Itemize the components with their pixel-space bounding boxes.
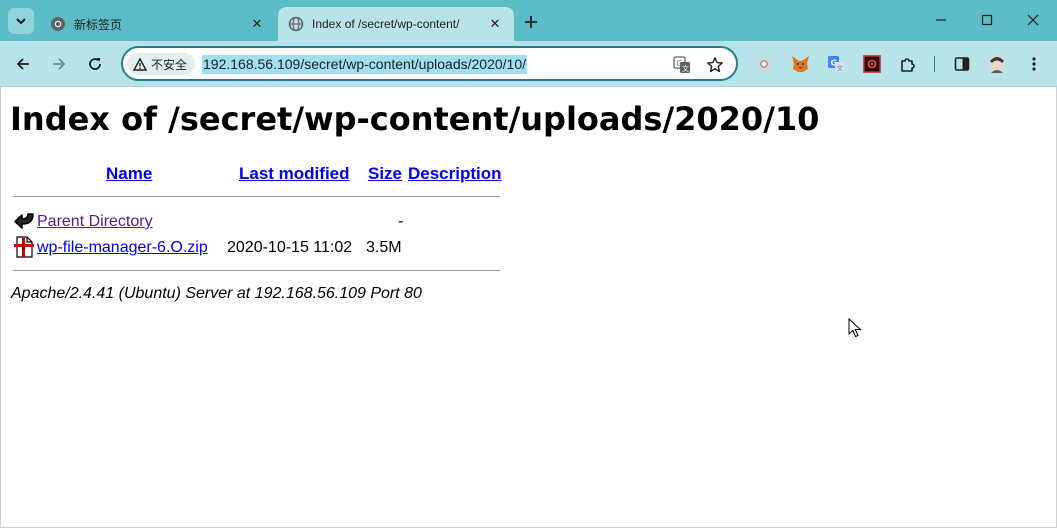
red-box-extension-icon (863, 55, 881, 73)
warning-triangle-icon (133, 57, 147, 71)
google-translate-extension-button[interactable]: G文 (826, 54, 846, 74)
circle-extension-button[interactable] (754, 54, 774, 74)
table-divider-bottom (13, 270, 500, 271)
security-label: 不安全 (151, 57, 188, 72)
page-viewport: Index of /secret/wp-content/uploads/2020… (0, 87, 1057, 528)
address-bar[interactable]: 不安全 192.168.56.109/secret/wp-content/upl… (121, 46, 738, 81)
row-size: 3.5M (366, 239, 402, 256)
translate-button[interactable]: G文 (672, 55, 692, 75)
table-divider-top (13, 196, 500, 197)
close-icon (1027, 14, 1039, 26)
zip-file-link[interactable]: wp-file-manager-6.O.zip (37, 239, 208, 257)
back-button[interactable] (9, 50, 37, 78)
circle-extension-icon (757, 57, 771, 71)
tab-title: 新标签页 (74, 17, 123, 32)
browser-toolbar: 不安全 192.168.56.109/secret/wp-content/upl… (0, 41, 1057, 87)
tab-new-tab[interactable]: 新标签页 ✕ (40, 7, 276, 41)
browser-menu-button[interactable] (1024, 54, 1044, 74)
plus-icon (525, 16, 537, 28)
mouse-cursor-icon (848, 318, 862, 338)
column-header-last-modified[interactable]: Last modified (239, 164, 350, 184)
reload-button[interactable] (81, 50, 109, 78)
tab-title: Index of /secret/wp-content/ (312, 17, 460, 31)
maximize-button[interactable] (965, 6, 1009, 34)
puzzle-extensions-icon (901, 58, 915, 72)
metamask-button[interactable] (790, 54, 810, 74)
page-title: Index of /secret/wp-content/uploads/2020… (10, 100, 820, 138)
avatar-icon (987, 54, 1007, 74)
close-icon[interactable]: ✕ (486, 15, 504, 33)
column-header-description[interactable]: Description (408, 164, 502, 184)
close-window-button[interactable] (1011, 6, 1055, 34)
toolbar-divider (934, 56, 935, 72)
server-signature: Apache/2.4.41 (Ubuntu) Server at 192.168… (11, 285, 422, 302)
kebab-menu-icon (1032, 57, 1036, 71)
back-arrow-icon (14, 213, 34, 229)
tab-index-of-secret[interactable]: Index of /secret/wp-content/ ✕ (278, 7, 514, 41)
red-box-extension-button[interactable] (862, 54, 882, 74)
forward-button[interactable] (45, 50, 73, 78)
chevron-down-icon (16, 18, 26, 25)
new-tab-button[interactable] (520, 11, 542, 33)
metamask-fox-icon (791, 56, 809, 72)
arrow-left-icon (16, 58, 29, 70)
column-header-size[interactable]: Size (368, 164, 402, 184)
row-size: - (398, 213, 404, 230)
star-icon (707, 57, 723, 73)
tab-search-button[interactable] (8, 8, 34, 34)
zip-file-icon (14, 236, 34, 258)
google-translate-icon: G文 (673, 56, 690, 73)
maximize-icon (981, 14, 993, 26)
tab-strip: 新标签页 ✕ Index of /secret/wp-content/ ✕ (0, 0, 1057, 41)
security-chip[interactable]: 不安全 (127, 53, 196, 75)
svg-text:文: 文 (837, 63, 844, 72)
side-panel-icon (954, 57, 970, 71)
profile-button[interactable] (987, 54, 1007, 74)
chrome-icon (51, 17, 65, 31)
side-panel-button[interactable] (952, 54, 972, 74)
svg-text:文: 文 (682, 64, 689, 73)
close-icon[interactable]: ✕ (248, 15, 266, 33)
minimize-button[interactable] (919, 6, 963, 34)
globe-icon (288, 16, 304, 32)
minimize-icon (936, 19, 946, 21)
url-text[interactable]: 192.168.56.109/secret/wp-content/uploads… (202, 55, 528, 74)
reload-icon (89, 58, 101, 70)
row-last-modified: 2020-10-15 11:02 (227, 239, 353, 256)
parent-directory-link[interactable]: Parent Directory (37, 213, 153, 231)
extensions-menu-button[interactable] (898, 54, 918, 74)
column-header-name[interactable]: Name (106, 164, 152, 184)
google-translate-icon: G文 (828, 56, 844, 72)
bookmark-button[interactable] (705, 55, 725, 75)
arrow-right-icon (53, 58, 66, 70)
